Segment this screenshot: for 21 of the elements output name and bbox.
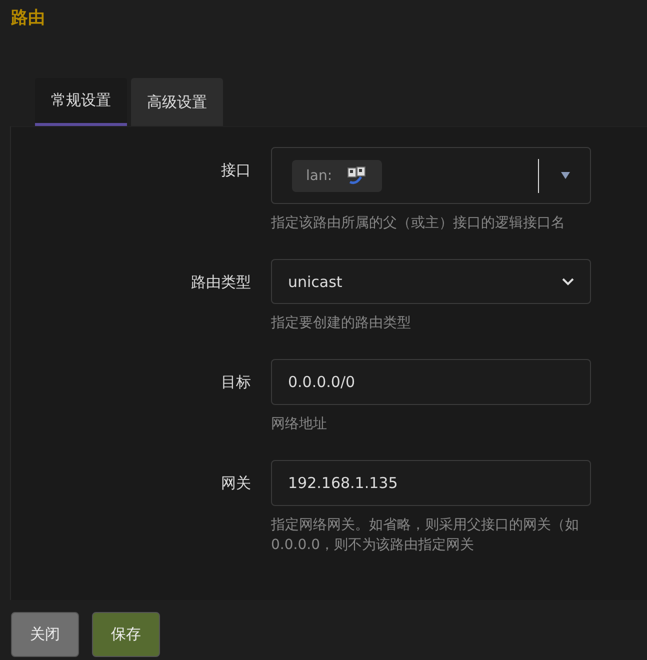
network-icon (346, 164, 368, 186)
save-button[interactable]: 保存 (92, 612, 160, 657)
close-button[interactable]: 关闭 (11, 612, 79, 657)
field-label: 网关 (220, 473, 251, 494)
tag-label: lan: (306, 168, 332, 184)
dialog-title: 路由 (10, 7, 46, 30)
field-label: 接口 (220, 160, 251, 181)
help-text: 指定网络网关。如省略，则采用父接口的网关（如 0.0.0.0，则不为该路由指定网关 (271, 516, 580, 555)
text-field[interactable]: 192.168.1.135 (271, 460, 591, 506)
text-field[interactable]: 0.0.0.0/0 (271, 359, 591, 405)
dropdown-arrow-icon[interactable] (561, 172, 570, 179)
field-label: 目标 (220, 372, 251, 393)
field-label: 路由类型 (190, 272, 251, 293)
help-text: 网络地址 (271, 415, 328, 434)
help-text: 指定要创建的路由类型 (271, 314, 412, 333)
help-text: 指定该路由所属的父（或主）接口的逻辑接口名 (271, 214, 566, 233)
chevron-down-icon (562, 278, 574, 286)
interface-select[interactable]: lan: (271, 147, 591, 204)
tab[interactable]: 常规设置 (35, 78, 127, 126)
route-type-select[interactable]: unicast (271, 259, 591, 304)
tab[interactable]: 高级设置 (131, 78, 223, 126)
